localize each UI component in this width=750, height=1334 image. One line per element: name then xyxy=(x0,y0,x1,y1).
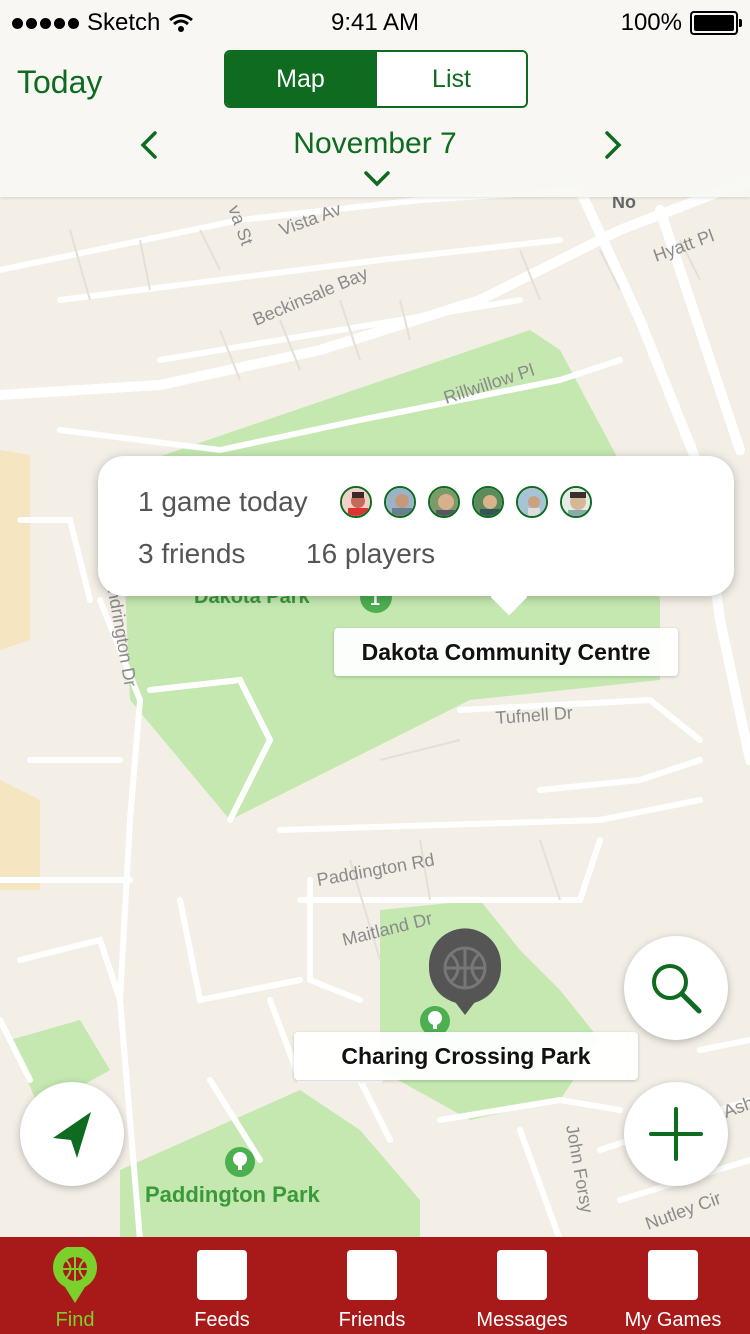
avatar xyxy=(516,486,548,518)
top-header: Sketch 9:41 AM 100% Today Map List Novem… xyxy=(0,0,750,197)
tab-my-games[interactable]: My Games xyxy=(598,1237,748,1334)
status-bar: Sketch 9:41 AM 100% xyxy=(0,0,750,44)
add-game-button[interactable] xyxy=(624,1082,728,1186)
friends-icon xyxy=(347,1250,397,1300)
current-date[interactable]: November 7 xyxy=(0,127,750,161)
map-list-toggle: Map List xyxy=(224,50,528,108)
list-tab[interactable]: List xyxy=(375,52,526,106)
charing-crossing-park-label[interactable]: Charing Crossing Park xyxy=(294,1032,638,1080)
chevron-down-icon[interactable] xyxy=(363,170,391,188)
players-count: 16 players xyxy=(306,538,436,569)
battery-percent: 100% xyxy=(620,9,682,36)
tab-bar: Find Feeds Friends Messages My Games xyxy=(0,1237,750,1334)
battery-icon xyxy=(690,11,742,35)
tab-friends[interactable]: Friends xyxy=(297,1237,447,1334)
tree-icon xyxy=(225,1147,255,1177)
tab-label: Feeds xyxy=(194,1309,250,1331)
tab-messages[interactable]: Messages xyxy=(447,1237,597,1334)
avatar xyxy=(560,486,592,518)
tab-label: Friends xyxy=(338,1309,406,1331)
tab-find[interactable]: Find xyxy=(0,1237,150,1334)
avatar xyxy=(340,486,372,518)
map-tab[interactable]: Map xyxy=(226,52,375,106)
tab-label: My Games xyxy=(624,1309,722,1331)
my-games-icon xyxy=(648,1250,698,1300)
dakota-community-centre-label[interactable]: Dakota Community Centre xyxy=(334,628,678,676)
tab-label: Find xyxy=(55,1309,95,1331)
today-button[interactable]: Today xyxy=(17,64,102,101)
search-icon xyxy=(652,964,702,1014)
player-avatars xyxy=(340,486,592,518)
next-date-icon[interactable] xyxy=(602,130,624,160)
paddington-park-label: Paddington Park xyxy=(145,1182,321,1207)
current-location-button[interactable] xyxy=(20,1082,124,1186)
location-arrow-icon xyxy=(53,1112,91,1158)
tab-label: Messages xyxy=(476,1309,568,1331)
games-count: 1 game today xyxy=(138,486,308,517)
search-button[interactable] xyxy=(624,936,728,1040)
basketball-icon xyxy=(53,1247,97,1303)
messages-icon xyxy=(497,1250,547,1300)
avatar xyxy=(384,486,416,518)
feeds-icon xyxy=(197,1250,247,1300)
location-callout[interactable]: 1 game today 3 friends 16 players xyxy=(98,456,734,596)
friends-count: 3 friends xyxy=(138,538,246,569)
plus-icon xyxy=(649,1107,703,1161)
tab-feeds[interactable]: Feeds xyxy=(147,1237,297,1334)
avatar xyxy=(428,486,460,518)
avatar xyxy=(472,486,504,518)
